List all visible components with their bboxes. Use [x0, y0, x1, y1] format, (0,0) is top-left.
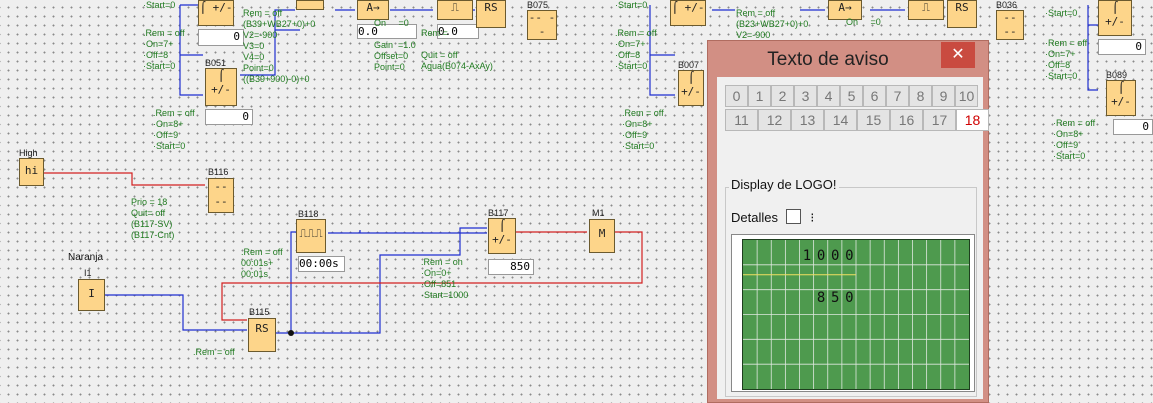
params-amp2: On =0 — [846, 17, 881, 27]
tab-15[interactable]: 15 — [857, 109, 890, 131]
tab-6[interactable]: 6 — [863, 85, 886, 107]
rs-block-b115[interactable]: RS — [248, 318, 276, 352]
naranja-label: Naranja — [68, 252, 104, 263]
message-block-b036[interactable]: -- -- — [996, 10, 1024, 40]
tab-2[interactable]: 2 — [771, 85, 794, 107]
rs2-block-top[interactable]: RS — [476, 0, 506, 28]
params-mid1: Rem = off (B39+WB27+0)+0 V2=-900 V3=0 V4… — [243, 8, 316, 84]
params-top1: ·Start=0 — [143, 0, 176, 10]
tab-8[interactable]: 8 — [909, 85, 932, 107]
wire-high-b116 — [44, 172, 205, 186]
tab-13[interactable]: 13 — [791, 109, 824, 131]
params-b115: .Rem = off — [193, 347, 235, 357]
tab-0[interactable]: 0 — [725, 85, 748, 107]
counter-value-top-left: 0 — [198, 29, 244, 46]
tab-9[interactable]: 9 — [932, 85, 955, 107]
block-label-b007: B007 — [678, 60, 700, 70]
close-button[interactable]: ✕ — [941, 42, 975, 68]
details-toggle-icon[interactable]: ⁝ — [810, 210, 814, 226]
message-block-b116[interactable]: -- -- — [208, 178, 234, 213]
block-label-b089: B089 — [1106, 70, 1128, 80]
wire-b118-b117 — [328, 230, 487, 234]
counter-block-b089[interactable]: ⌠ +/- — [1106, 80, 1136, 116]
block-label-high: High — [19, 148, 38, 158]
block-label-b117: B117 — [488, 208, 509, 218]
tab-4[interactable]: 4 — [817, 85, 840, 107]
amplifier-block-top[interactable]: A→ — [357, 0, 389, 20]
dialog-client: 0 1 2 3 4 5 6 7 8 9 10 11 12 13 14 15 16 17 18 Display de … — [717, 77, 989, 399]
pulse-block-top[interactable]: ⎍ — [437, 0, 473, 20]
block-label-b051: B051 — [205, 58, 227, 68]
params-pulse1: Rem = Quit = off Agua(B074-AxAy) — [421, 28, 493, 71]
block-label-m1: M1 — [592, 208, 605, 218]
params-b051: .Rem = off ·On=8+ ·Off=9 ·Start=0 — [153, 108, 195, 151]
tab-7[interactable]: 7 — [886, 85, 909, 107]
input-block-i1[interactable]: I — [78, 279, 105, 311]
details-row: Detalles ⁝ — [731, 207, 814, 226]
params-top3: ·Start=0 — [615, 0, 648, 10]
params-b118: .Rem = off 00:01s+ 00:01s — [241, 247, 283, 279]
dialog-title: Texto de aviso — [767, 49, 889, 70]
lcd-char: 0 — [845, 248, 854, 264]
counter-block-b007[interactable]: ⌠ +/- — [678, 70, 704, 106]
params-top4: .Rem = off ·On=7+ ·Off=8 ·Start=0 — [615, 28, 657, 71]
counter-value-b051: 0 — [205, 109, 253, 125]
rs3-block-top[interactable]: RS — [947, 0, 977, 28]
block-label-b115: B115 — [249, 307, 270, 317]
counter-value-b089: 0 — [1113, 119, 1153, 135]
params-right2: ·Rem = off ·On=7+ ·Off=8 ·Start=0 — [1045, 38, 1088, 81]
tab-17[interactable]: 17 — [923, 109, 956, 131]
block-label-b118: B118 — [298, 209, 319, 219]
wire-junction — [288, 330, 294, 336]
params-b117: .Rem = on ·On=0+ ·Off=851 ·Start=1000 — [421, 257, 469, 300]
wire-i1-b115 — [105, 294, 247, 331]
params-top2: .Rem = off ·On=7+ ·Off=8 ·Start=0 — [143, 28, 185, 71]
wire-right-side — [1087, 5, 1098, 91]
block-label-b116: B116 — [208, 167, 229, 177]
details-label: Detalles — [731, 210, 778, 225]
tab-10[interactable]: 10 — [955, 85, 978, 107]
tab-12[interactable]: 12 — [758, 109, 791, 131]
counter-value-right: 0 — [1098, 39, 1146, 55]
tab-18[interactable]: 18 — [956, 109, 989, 131]
params-amp1: On =0 Gain =1.0 Offset=0 Point=0 — [374, 18, 416, 72]
tab-16[interactable]: 16 — [890, 109, 923, 131]
timer-value-b118: 00:00s — [298, 256, 345, 272]
lcd-char: 0 — [845, 290, 854, 306]
tab-14[interactable]: 14 — [824, 109, 857, 131]
edit-icon[interactable] — [785, 209, 801, 224]
params-b089: ·Rem = off ·On=8+ ·Off=9 ·Start=0 — [1053, 118, 1096, 161]
logo-display-preview[interactable]: 1000850 — [731, 234, 975, 392]
counter-block-b117[interactable]: ⌠ +/- — [488, 218, 516, 254]
tab-11[interactable]: 11 — [725, 109, 758, 131]
block-label-i1: I1 — [84, 268, 92, 278]
block-label-b075: B075 — [527, 0, 549, 10]
params-b007: .Rem = off ·On=8+ ·Off=9 ·Start=0 — [622, 108, 664, 151]
counter-block-right[interactable]: ⌠ +/- — [1098, 0, 1132, 36]
high-constant-block[interactable]: hi — [19, 158, 44, 186]
tab-1[interactable]: 1 — [748, 85, 771, 107]
counter-block-top-left[interactable]: ⌠ +/- — [198, 0, 234, 26]
display-group-label: Display de LOGO! — [729, 177, 839, 192]
tab-3[interactable]: 3 — [794, 85, 817, 107]
pulse-block-top2[interactable]: ⎍ — [908, 0, 944, 20]
tab-5[interactable]: 5 — [840, 85, 863, 107]
params-mid2: Rem = off (B23+WB27+0)+0 V2=-900 — [736, 8, 809, 40]
pulse-block-b118[interactable]: ⎍⎍⎍ — [296, 219, 326, 253]
close-icon: ✕ — [951, 44, 965, 63]
block-label-b036: B036 — [996, 0, 1018, 10]
message-text-dialog[interactable]: Texto de aviso ✕ 0 1 2 3 4 5 6 7 8 9 10 11 12 13 14 15 1… — [707, 40, 989, 403]
counter-block-b051[interactable]: ⌠ +/- — [205, 68, 237, 106]
marker-block-m1[interactable]: M — [589, 219, 615, 253]
message-block-b075[interactable]: -- -- — [527, 10, 557, 40]
params-right1: ·Start=0 — [1045, 8, 1078, 18]
params-b116: Prio = 18 Quit= off (B117-SV) (B117-Cnt) — [131, 197, 175, 240]
counter-block-top-mid[interactable]: ⌠ +/- — [670, 0, 706, 26]
counter-value-b117: 850 — [488, 259, 534, 275]
